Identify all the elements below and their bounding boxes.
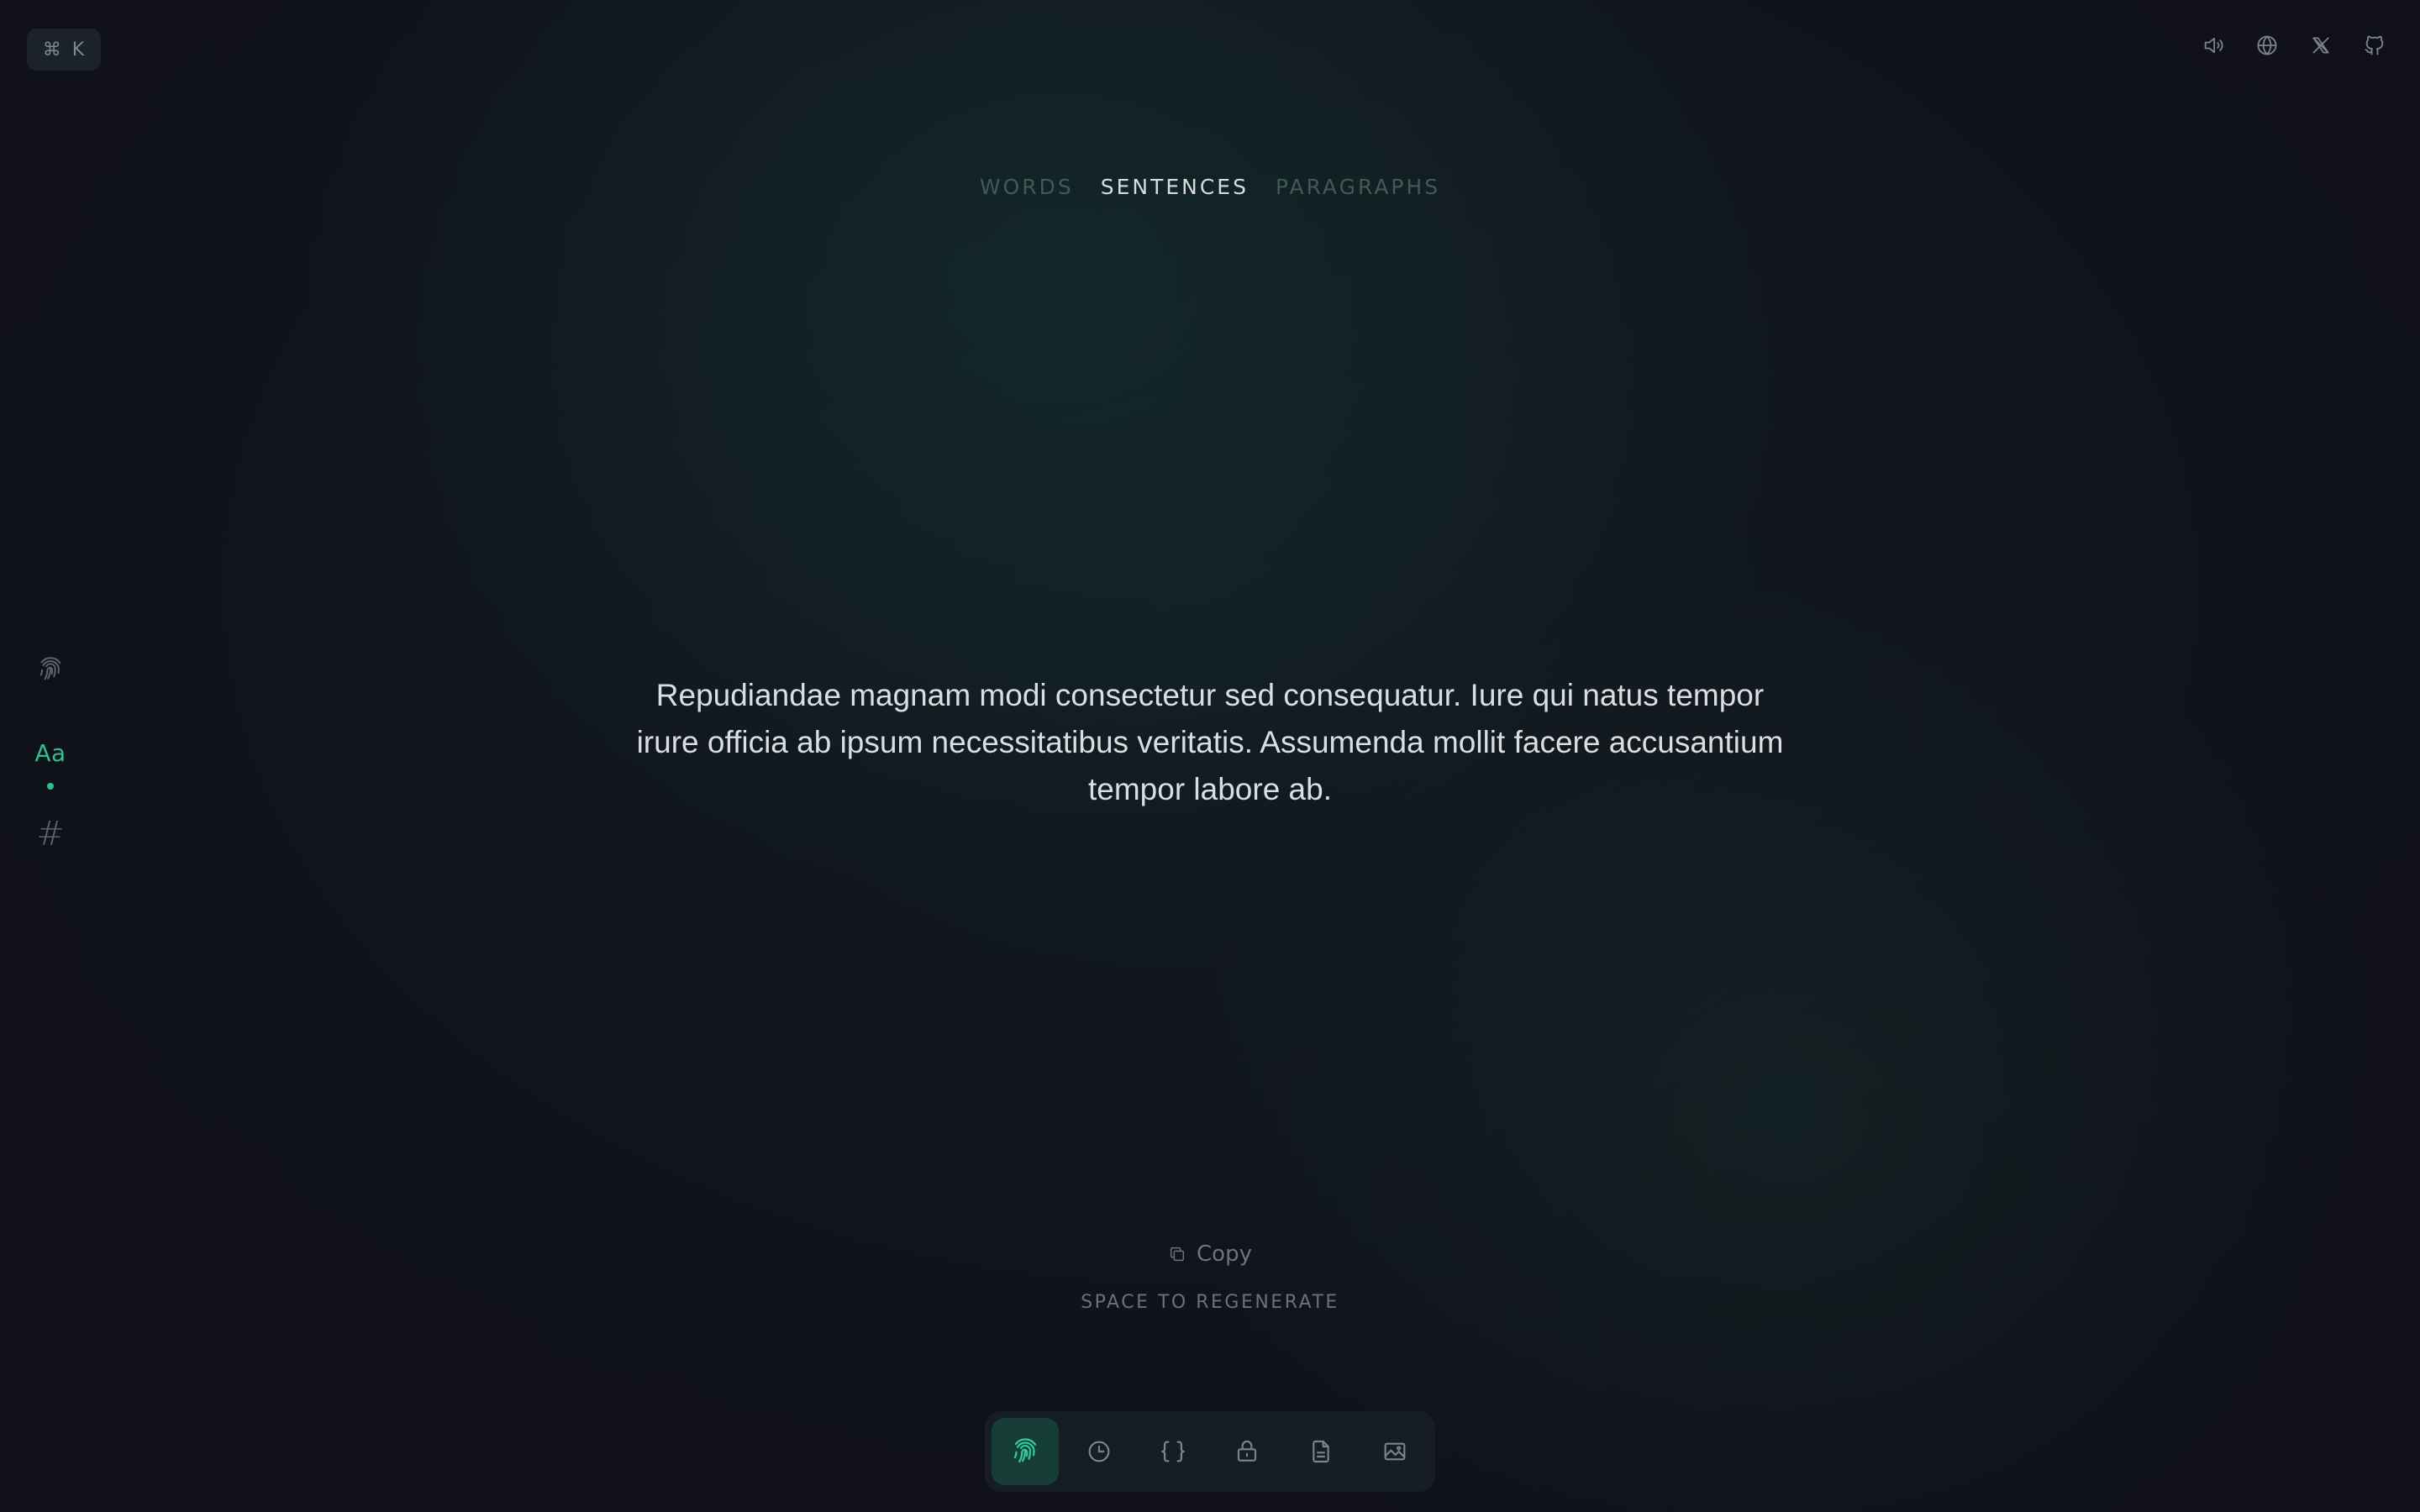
tab-paragraphs[interactable]: PARAGRAPHS	[1276, 175, 1440, 199]
regenerate-hint: SPACE TO REGENERATE	[1081, 1292, 1339, 1313]
mode-tabs: WORDS SENTENCES PARAGRAPHS	[0, 175, 2420, 199]
clock-icon	[1086, 1438, 1113, 1465]
dock-image-button[interactable]	[1361, 1418, 1428, 1485]
rail-text-mode-button[interactable]: Aa	[30, 739, 71, 767]
generated-text: Repudiandae magnam modi consectetur sed …	[636, 678, 1784, 806]
rail-number-mode-button[interactable]: #	[30, 815, 71, 853]
shortcut-key: K	[71, 39, 86, 60]
dock-lock-button[interactable]	[1213, 1418, 1281, 1485]
copy-button[interactable]: Copy	[1168, 1242, 1252, 1267]
active-indicator-dot-wrap	[30, 783, 71, 790]
github-icon[interactable]	[2363, 34, 2386, 57]
text-mode-label: Aa	[34, 739, 66, 767]
copy-row: Copy	[0, 1242, 2420, 1267]
dock-braces-button[interactable]	[1139, 1418, 1207, 1485]
braces-icon	[1159, 1437, 1187, 1466]
command-k-shortcut[interactable]: ⌘ K	[27, 29, 101, 71]
copy-icon	[1168, 1245, 1186, 1263]
dock-clock-button[interactable]	[1065, 1418, 1133, 1485]
tab-words[interactable]: WORDS	[980, 175, 1074, 199]
top-right-toolbar	[2202, 34, 2386, 57]
document-icon	[1307, 1438, 1334, 1465]
speaker-icon[interactable]	[2202, 34, 2225, 57]
rail-fingerprint-button[interactable]	[30, 655, 71, 684]
lock-icon	[1234, 1438, 1260, 1465]
image-icon	[1381, 1438, 1408, 1465]
dock-fingerprint-button[interactable]	[992, 1418, 1059, 1485]
bottom-dock	[985, 1411, 1435, 1492]
dock-document-button[interactable]	[1287, 1418, 1355, 1485]
copy-label: Copy	[1197, 1242, 1252, 1267]
x-logo-icon[interactable]	[2309, 34, 2333, 57]
globe-icon[interactable]	[2255, 34, 2279, 57]
tab-sentences[interactable]: SENTENCES	[1101, 175, 1249, 199]
active-indicator-dot	[47, 783, 54, 790]
command-symbol: ⌘	[42, 39, 62, 60]
fingerprint-icon	[1010, 1436, 1040, 1467]
fingerprint-icon	[36, 655, 65, 684]
number-mode-label: #	[36, 815, 65, 853]
